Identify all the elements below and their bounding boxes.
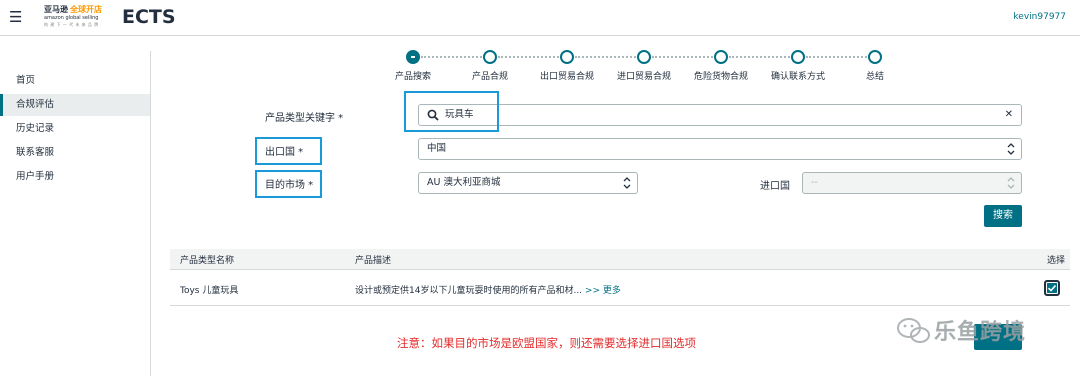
step-import-trade-compliance[interactable]: 进口贸易合规 — [609, 50, 679, 82]
table-row: Toys 儿童玩具 设计或预定供14岁以下儿童玩耍时使用的所有产品和材... >… — [170, 270, 1070, 306]
keyword-search-input[interactable]: 玩具车 ✕ — [418, 104, 1022, 126]
select-arrows-icon — [623, 177, 631, 189]
column-header-select: 选择 — [1047, 256, 1066, 266]
search-button[interactable]: 搜索 — [984, 205, 1022, 227]
step-product-search[interactable]: 产品搜索 — [378, 50, 448, 82]
select-arrows-icon — [1007, 177, 1015, 189]
destination-market-select[interactable]: AU 澳大利亚商城 — [418, 172, 638, 194]
logo-text-cn2: 全球开店 — [70, 5, 102, 14]
product-description-text: 设计或预定供14岁以下儿童玩耍时使用的所有产品和材... — [355, 286, 583, 296]
sidebar-item-compliance-assessment[interactable]: 合规评估 — [0, 94, 150, 116]
export-country-label: 出口国 * — [265, 147, 304, 158]
export-country-select[interactable]: 中国 — [418, 138, 1022, 160]
sidebar-item-user-manual[interactable]: 用户手册 — [0, 166, 150, 188]
column-header-product-description: 产品描述 — [355, 256, 392, 266]
import-country-select[interactable]: -- — [802, 172, 1022, 194]
step-label: 产品合规 — [471, 72, 508, 82]
import-country-label: 进口国 — [760, 181, 790, 192]
keyword-highlight-box — [404, 91, 499, 132]
step-summary[interactable]: 总结 — [840, 50, 910, 82]
step-circle-icon — [406, 50, 420, 64]
product-type-cell: Toys 儿童玩具 — [180, 286, 239, 296]
watermark-text: 乐鱼跨境 — [934, 320, 1027, 345]
step-label: 危险货物合规 — [693, 72, 748, 82]
step-circle-icon — [868, 50, 882, 64]
username-link[interactable]: kevin97977 — [1013, 12, 1066, 22]
table-header: 产品类型名称 产品描述 选择 — [170, 249, 1070, 270]
select-checkbox[interactable] — [1044, 280, 1060, 296]
wechat-icon — [897, 318, 930, 343]
step-circle-icon — [791, 50, 805, 64]
sidebar-item-home[interactable]: 首页 — [0, 70, 150, 92]
logo-text-en: amazon global selling — [44, 15, 99, 21]
sidebar-item-history[interactable]: 历史记录 — [0, 118, 150, 140]
step-label: 出口贸易合规 — [539, 72, 594, 82]
export-country-value: 中国 — [427, 143, 447, 154]
clear-icon[interactable]: ✕ — [1005, 110, 1013, 120]
app-title: ECTS — [122, 6, 176, 28]
watermark: 乐鱼跨境 — [896, 310, 1056, 350]
step-label: 确认联系方式 — [770, 72, 825, 82]
sidebar: 首页 合规评估 历史记录 联系客服 用户手册 — [0, 51, 151, 376]
sidebar-item-contact-support[interactable]: 联系客服 — [0, 142, 150, 164]
keyword-label: 产品类型关键字 * — [265, 113, 344, 124]
top-bar: ☰ 亚马逊 全球开店 amazon global selling 构 建 下 一… — [0, 0, 1080, 36]
step-label: 进口贸易合规 — [616, 72, 671, 82]
step-dangerous-goods-compliance[interactable]: 危险货物合规 — [686, 50, 756, 82]
product-description-cell: 设计或预定供14岁以下儿童玩耍时使用的所有产品和材... >> 更多 — [355, 283, 621, 296]
more-link[interactable]: >> 更多 — [585, 286, 621, 296]
step-circle-icon — [714, 50, 728, 64]
select-arrows-icon — [1007, 143, 1015, 155]
column-header-product-type: 产品类型名称 — [180, 256, 235, 266]
eu-import-notice: 注意：如果目的市场是欧盟国家，则还需要选择进口国选项 — [397, 336, 696, 350]
step-circle-icon — [637, 50, 651, 64]
logo-text-cn1: 亚马逊 — [44, 5, 68, 14]
step-circle-icon — [560, 50, 574, 64]
step-product-compliance[interactable]: 产品合规 — [455, 50, 525, 82]
checkmark-icon — [1047, 284, 1057, 292]
hamburger-icon[interactable]: ☰ — [9, 9, 22, 25]
step-label: 总结 — [865, 72, 884, 82]
logo-tagline: 构 建 下 一 代 未 来 品 牌 — [44, 22, 99, 27]
step-export-trade-compliance[interactable]: 出口贸易合规 — [532, 50, 602, 82]
step-circle-icon — [483, 50, 497, 64]
step-confirm-contact[interactable]: 确认联系方式 — [763, 50, 833, 82]
step-label: 产品搜索 — [394, 72, 431, 82]
destination-market-label: 目的市场 * — [265, 180, 314, 191]
progress-stepper: 产品搜索 产品合规 出口贸易合规 进口贸易合规 危险货物合规 确认联系方式 总结 — [380, 50, 900, 86]
amazon-global-selling-logo[interactable]: 亚马逊 全球开店 amazon global selling 构 建 下 一 代… — [44, 4, 106, 32]
import-country-value: -- — [811, 177, 818, 188]
destination-market-value: AU 澳大利亚商城 — [427, 177, 501, 188]
